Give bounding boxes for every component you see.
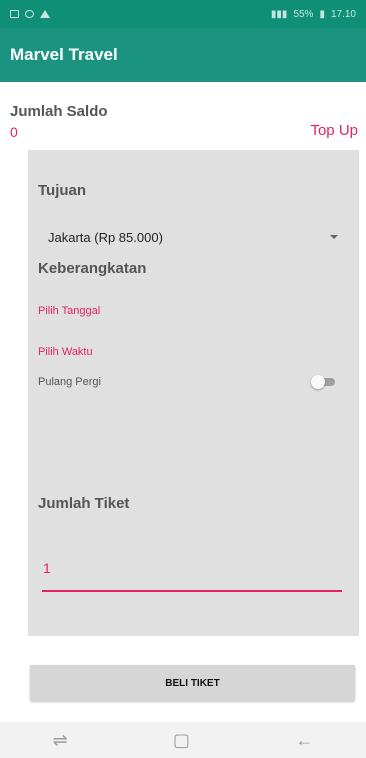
warning-icon [40, 10, 50, 18]
pick-time-button[interactable]: Pilih Waktu [38, 346, 93, 358]
status-time: 17.10 [330, 8, 356, 20]
navigation-bar: ⇌ ▢ ← [0, 722, 366, 758]
topup-button[interactable]: Top Up [310, 122, 358, 139]
battery-percent: 55% [293, 8, 314, 20]
chevron-down-icon [330, 235, 338, 239]
booking-form-card: Tujuan Jakarta (Rp 85.000) Keberangkatan… [28, 150, 359, 636]
signal-icon: ▮▮▮ [270, 8, 288, 20]
balance-value: 0 [10, 124, 18, 140]
back-icon[interactable]: ← [295, 730, 313, 751]
recents-icon[interactable]: ⇌ [53, 730, 68, 751]
battery-icon: ▮ [319, 8, 325, 20]
pick-date-button[interactable]: Pilih Tanggal [38, 305, 100, 317]
status-bar: ▮▮▮ 55% ▮ 17.10 [0, 0, 366, 28]
ticket-count-input[interactable]: 1 [42, 552, 342, 592]
image-icon [10, 10, 19, 18]
destination-title: Tujuan [38, 182, 87, 199]
buy-ticket-button[interactable]: BELI TIKET [30, 665, 355, 701]
home-icon[interactable]: ▢ [173, 730, 190, 751]
departure-title: Keberangkatan [38, 260, 147, 277]
round-trip-label: Pulang Pergi [38, 376, 101, 388]
app-title: Marvel Travel [10, 45, 118, 64]
destination-spinner[interactable]: Jakarta (Rp 85.000) [48, 227, 338, 247]
balance-label: Jumlah Saldo [10, 103, 108, 120]
switch-thumb [311, 375, 325, 389]
destination-selected: Jakarta (Rp 85.000) [48, 229, 163, 245]
clock-icon [25, 10, 34, 18]
app-bar: Marvel Travel [0, 28, 366, 82]
ticket-count-title: Jumlah Tiket [38, 495, 130, 512]
round-trip-switch[interactable] [311, 375, 335, 389]
